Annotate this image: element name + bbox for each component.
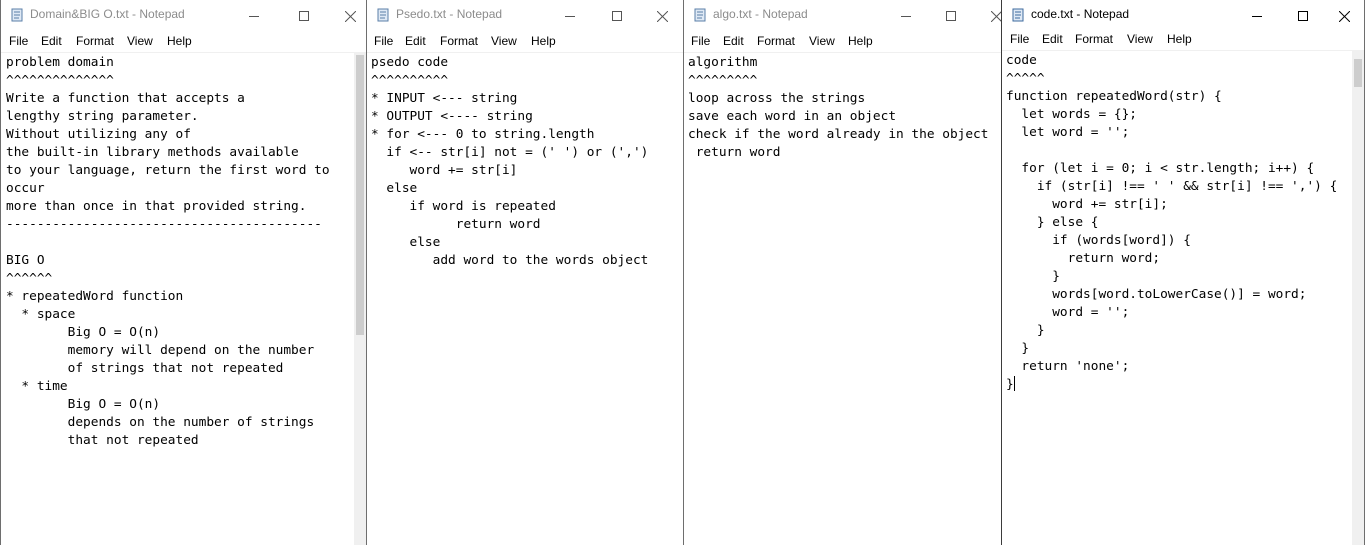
maximize-button[interactable] xyxy=(928,0,974,32)
menu-file[interactable]: File xyxy=(374,34,393,48)
notepad-icon xyxy=(377,8,389,22)
text-editor[interactable]: psedo code ^^^^^^^^^^ * INPUT <--- strin… xyxy=(367,52,683,545)
menu-view[interactable]: View xyxy=(127,34,153,48)
menu-view[interactable]: View xyxy=(1127,32,1153,46)
close-button[interactable] xyxy=(639,0,683,32)
menu-edit[interactable]: Edit xyxy=(41,34,62,48)
notepad-window-psedo[interactable]: Psedo.txt - Notepad File Edit Format Vie… xyxy=(366,0,684,545)
minimize-icon xyxy=(1252,16,1262,17)
menu-edit[interactable]: Edit xyxy=(723,34,744,48)
editor-text: code ^^^^^ function repeatedWord(str) { … xyxy=(1006,52,1337,394)
maximize-icon xyxy=(612,11,622,21)
menu-edit[interactable]: Edit xyxy=(1042,32,1063,46)
maximize-icon xyxy=(1298,11,1308,21)
menu-bar: File Edit Format View Help xyxy=(1,32,366,52)
text-editor[interactable]: algorithm ^^^^^^^^^ loop across the stri… xyxy=(684,52,1002,545)
menu-bar: File Edit Format View Help xyxy=(367,32,683,52)
close-button[interactable] xyxy=(327,0,366,32)
menu-view[interactable]: View xyxy=(491,34,517,48)
notepad-window-algo[interactable]: algo.txt - Notepad File Edit Format View… xyxy=(683,0,1003,545)
window-title: Domain&BIG O.txt - Notepad xyxy=(30,7,185,21)
maximize-icon xyxy=(946,11,956,21)
maximize-button[interactable] xyxy=(1280,0,1326,32)
maximize-icon xyxy=(299,11,309,21)
title-bar[interactable]: algo.txt - Notepad xyxy=(684,0,1002,32)
menu-help[interactable]: Help xyxy=(848,34,873,48)
minimize-button[interactable] xyxy=(1234,0,1280,32)
minimize-button[interactable] xyxy=(883,0,929,32)
notepad-window-code[interactable]: code.txt - Notepad File Edit Format View… xyxy=(1001,0,1365,545)
notepad-icon xyxy=(11,8,23,22)
window-title: code.txt - Notepad xyxy=(1031,7,1130,21)
scrollbar-thumb[interactable] xyxy=(1354,59,1362,87)
maximize-button[interactable] xyxy=(281,0,327,32)
menu-view[interactable]: View xyxy=(809,34,835,48)
close-icon xyxy=(656,10,668,22)
scrollbar-thumb[interactable] xyxy=(356,55,364,335)
window-title: Psedo.txt - Notepad xyxy=(396,7,503,21)
menu-help[interactable]: Help xyxy=(531,34,556,48)
menu-bar: File Edit Format View Help xyxy=(684,32,1002,52)
close-icon xyxy=(990,10,1002,22)
close-button[interactable] xyxy=(973,0,1002,32)
editor-text: problem domain ^^^^^^^^^^^^^^ Write a fu… xyxy=(6,55,330,448)
menu-format[interactable]: Format xyxy=(757,34,795,48)
menu-format[interactable]: Format xyxy=(76,34,114,48)
minimize-button[interactable] xyxy=(231,0,277,32)
menu-file[interactable]: File xyxy=(691,34,710,48)
notepad-icon xyxy=(694,8,706,22)
vertical-scrollbar[interactable] xyxy=(354,53,366,545)
menu-file[interactable]: File xyxy=(9,34,28,48)
menu-edit[interactable]: Edit xyxy=(405,34,426,48)
vertical-scrollbar[interactable] xyxy=(1352,51,1364,545)
title-bar[interactable]: code.txt - Notepad xyxy=(1002,0,1364,32)
menu-format[interactable]: Format xyxy=(440,34,478,48)
title-bar[interactable]: Domain&BIG O.txt - Notepad xyxy=(1,0,366,32)
editor-text: algorithm ^^^^^^^^^ loop across the stri… xyxy=(688,55,989,160)
menu-help[interactable]: Help xyxy=(1167,32,1192,46)
menu-format[interactable]: Format xyxy=(1075,32,1113,46)
notepad-icon xyxy=(1012,8,1024,22)
menu-file[interactable]: File xyxy=(1010,32,1029,46)
minimize-button[interactable] xyxy=(547,0,593,32)
minimize-icon xyxy=(901,16,911,17)
title-bar[interactable]: Psedo.txt - Notepad xyxy=(367,0,683,32)
text-editor[interactable]: problem domain ^^^^^^^^^^^^^^ Write a fu… xyxy=(1,52,366,545)
close-icon xyxy=(344,10,356,22)
notepad-window-domain[interactable]: Domain&BIG O.txt - Notepad File Edit For… xyxy=(0,0,367,545)
minimize-icon xyxy=(249,16,259,17)
code-text: code ^^^^^ function repeatedWord(str) { … xyxy=(1006,53,1338,392)
editor-text: psedo code ^^^^^^^^^^ * INPUT <--- strin… xyxy=(371,55,649,268)
minimize-icon xyxy=(565,16,575,17)
window-title: algo.txt - Notepad xyxy=(713,7,808,21)
menu-help[interactable]: Help xyxy=(167,34,192,48)
close-button[interactable] xyxy=(1324,0,1364,32)
text-editor[interactable]: code ^^^^^ function repeatedWord(str) { … xyxy=(1002,50,1364,545)
maximize-button[interactable] xyxy=(594,0,640,32)
menu-bar: File Edit Format View Help xyxy=(1002,32,1364,52)
text-caret xyxy=(1013,376,1015,391)
close-icon xyxy=(1339,10,1350,22)
